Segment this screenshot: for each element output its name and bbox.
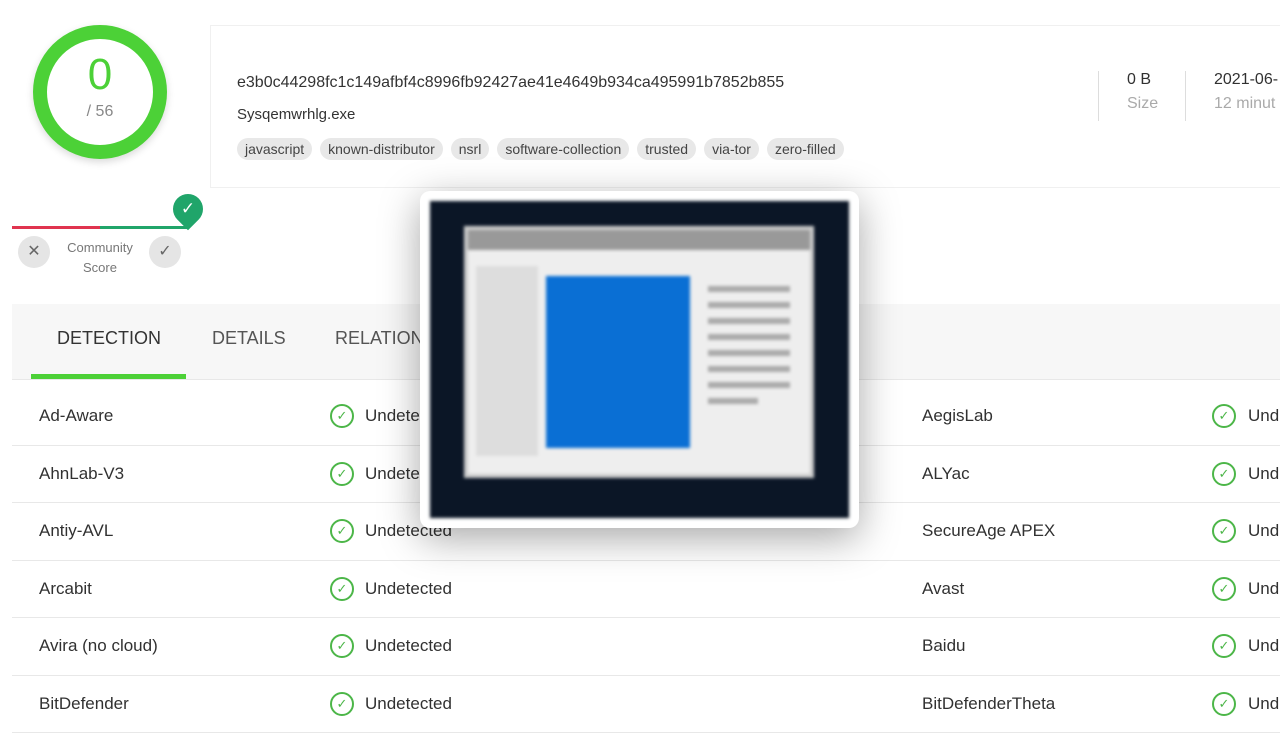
engine-name: Antiy-AVL xyxy=(39,521,113,541)
check-circle-icon: ✓ xyxy=(330,404,354,428)
engine-name: ALYac xyxy=(922,464,970,484)
file-size: 0 B Size xyxy=(1098,71,1158,121)
file-date-value: 2021-06- xyxy=(1214,71,1278,89)
tag[interactable]: trusted xyxy=(637,138,696,160)
tab-details[interactable]: DETAILS xyxy=(212,328,286,349)
engine-total: / 56 xyxy=(47,103,153,121)
engine-result: Undetected xyxy=(365,579,452,599)
vote-harmless-button[interactable]: ✓ xyxy=(149,236,181,268)
community-score-marker-icon: ✓ xyxy=(167,188,209,230)
tag[interactable]: nsrl xyxy=(451,138,490,160)
engine-name: SecureAge APEX xyxy=(922,521,1055,541)
file-name: Sysqemwrhlg.exe xyxy=(237,106,355,123)
check-circle-icon: ✓ xyxy=(1212,692,1236,716)
active-tab-indicator xyxy=(31,374,186,379)
engine-name: Baidu xyxy=(922,636,965,656)
engine-name: AegisLab xyxy=(922,406,993,426)
tag[interactable]: via-tor xyxy=(704,138,759,160)
tag[interactable]: software-collection xyxy=(497,138,629,160)
tag-list: javascript known-distributor nsrl softwa… xyxy=(237,138,844,160)
engine-name: Avast xyxy=(922,579,964,599)
check-circle-icon: ✓ xyxy=(330,519,354,543)
check-circle-icon: ✓ xyxy=(1212,404,1236,428)
engine-result: Und xyxy=(1248,464,1279,484)
engine-result: Und xyxy=(1248,579,1279,599)
detection-score-ring: 0 / 56 xyxy=(33,25,167,159)
engine-result: Undetected xyxy=(365,636,452,656)
community-positive-bar xyxy=(100,226,188,229)
engine-result: Und xyxy=(1248,406,1279,426)
engine-name: BitDefender xyxy=(39,694,129,714)
tag[interactable]: known-distributor xyxy=(320,138,443,160)
check-circle-icon: ✓ xyxy=(330,577,354,601)
tab-relations[interactable]: RELATION xyxy=(335,328,424,349)
engine-result: Undete xyxy=(365,406,420,426)
engine-result: Undete xyxy=(365,464,420,484)
tag[interactable]: javascript xyxy=(237,138,312,160)
file-size-value: 0 B xyxy=(1127,71,1158,89)
check-circle-icon: ✓ xyxy=(1212,462,1236,486)
file-summary-card: e3b0c44298fc1c149afbf4c8996fb92427ae41e4… xyxy=(210,25,1280,188)
file-size-label: Size xyxy=(1127,95,1158,113)
tag[interactable]: zero-filled xyxy=(767,138,844,160)
tab-detection[interactable]: DETECTION xyxy=(57,328,161,349)
engine-result: Und xyxy=(1248,521,1279,541)
window-thumbnail-popup xyxy=(420,191,859,528)
table-row: Avira (no cloud) ✓ Undetected Baidu ✓ Un… xyxy=(12,618,1280,676)
engine-name: Arcabit xyxy=(39,579,92,599)
engine-result: Undetected xyxy=(365,694,452,714)
file-date: 2021-06- 12 minut xyxy=(1185,71,1278,121)
check-circle-icon: ✓ xyxy=(330,692,354,716)
file-hash[interactable]: e3b0c44298fc1c149afbf4c8996fb92427ae41e4… xyxy=(237,74,784,92)
check-circle-icon: ✓ xyxy=(1212,634,1236,658)
engine-name: AhnLab-V3 xyxy=(39,464,124,484)
table-row: Arcabit ✓ Undetected Avast ✓ Und xyxy=(12,561,1280,619)
engine-name: BitDefenderTheta xyxy=(922,694,1055,714)
engine-result: Und xyxy=(1248,694,1279,714)
file-date-relative: 12 minut xyxy=(1214,95,1278,113)
check-circle-icon: ✓ xyxy=(330,462,354,486)
community-score-label: Community Score xyxy=(58,238,142,278)
detection-count: 0 xyxy=(47,53,153,97)
table-row: BitDefender ✓ Undetected BitDefenderThet… xyxy=(12,676,1280,733)
check-circle-icon: ✓ xyxy=(330,634,354,658)
engine-name: Ad-Aware xyxy=(39,406,113,426)
app-window-image xyxy=(430,201,849,518)
community-negative-bar xyxy=(12,226,100,229)
check-circle-icon: ✓ xyxy=(1212,519,1236,543)
check-circle-icon: ✓ xyxy=(1212,577,1236,601)
engine-result: Und xyxy=(1248,636,1279,656)
vote-harmful-button[interactable]: ✕ xyxy=(18,236,50,268)
engine-name: Avira (no cloud) xyxy=(39,636,158,656)
